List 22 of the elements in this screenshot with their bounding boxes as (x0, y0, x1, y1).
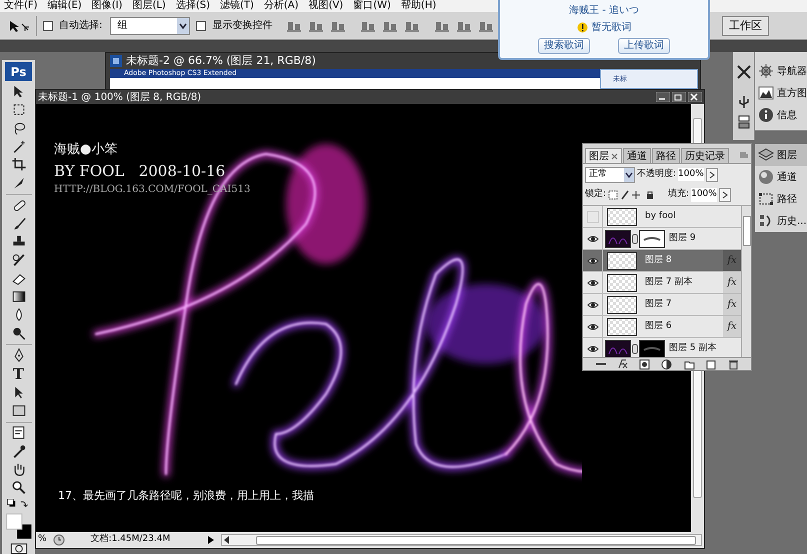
opacity-label: 不透明度: (637, 168, 676, 181)
layer-name: 图层 5 副本 (669, 342, 718, 355)
app-logo: Ps (5, 62, 32, 82)
window-title: 未标题-2 @ 66.7% (图层 21, RGB/8) (126, 52, 316, 69)
caption-text: 17、最先画了几条路径呢，别浪费，用上用上，我描 (58, 488, 314, 504)
fill-label: 填充: (668, 188, 690, 202)
signature-text: 海贼●小笨 (54, 141, 118, 159)
document-size: 文档:1.45M/23.4M (90, 533, 172, 546)
song-title: 海贼王 - 追いつ (569, 4, 639, 18)
layer-name: by fool (645, 210, 677, 223)
byline-text: BY FOOL 2008-10-16 (54, 160, 226, 182)
checkbox-label: 显示变换控件 (212, 18, 272, 33)
lock-label: 锁定: (585, 188, 606, 202)
layer-name: 图层 7 (645, 298, 673, 311)
layer-name: 图层 8 (645, 254, 673, 267)
layer-name: 图层 9 (669, 232, 697, 245)
checkbox-label: 自动选择: (59, 18, 102, 33)
layer-name: 图层 7 副本 (645, 276, 694, 289)
zoom-level: % (38, 533, 47, 546)
window-title: 未标题-1 @ 100% (图层 8, RGB/8) (38, 90, 202, 104)
lyrics-status: 暂无歌词 (592, 20, 632, 35)
layer-name: 图层 6 (645, 320, 673, 333)
